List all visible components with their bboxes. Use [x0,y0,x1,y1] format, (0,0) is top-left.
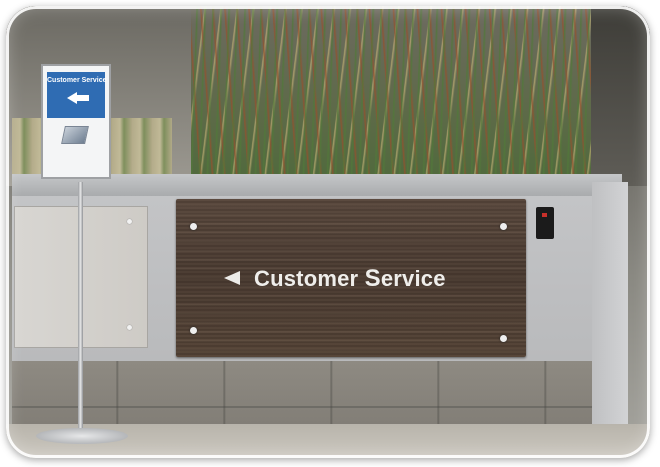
arrow-tail [77,95,89,101]
sign-text-highlight: S [364,265,381,292]
sign-text-suffix: ervice [380,266,446,291]
sign-screw [190,223,197,230]
arrow-left-icon [67,92,77,104]
sign-screw [500,335,507,342]
card-reader [536,207,554,239]
counter-side [592,182,628,432]
sign-stand-pole [78,182,83,437]
grass-planter [191,6,591,186]
sign-screw [500,223,507,230]
photo-frame: Customer Service Customer Service [6,6,650,458]
standing-sign: Customer Service [41,64,111,179]
tile-seam [12,406,592,408]
customer-service-sign: Customer Service [176,199,526,357]
panel-screw [127,219,132,224]
panel-screw [127,325,132,330]
laptop-icon [61,126,89,144]
standing-sign-label: Customer Service [47,77,107,84]
sign-text-prefix: Customer [254,266,365,291]
sign-stand-base [36,428,128,444]
standing-sign-header: Customer Service [47,72,107,118]
card-reader-led [542,213,547,217]
arrow-left-icon [224,271,240,285]
sign-text: Customer Service [254,265,446,293]
sign-screw [190,327,197,334]
